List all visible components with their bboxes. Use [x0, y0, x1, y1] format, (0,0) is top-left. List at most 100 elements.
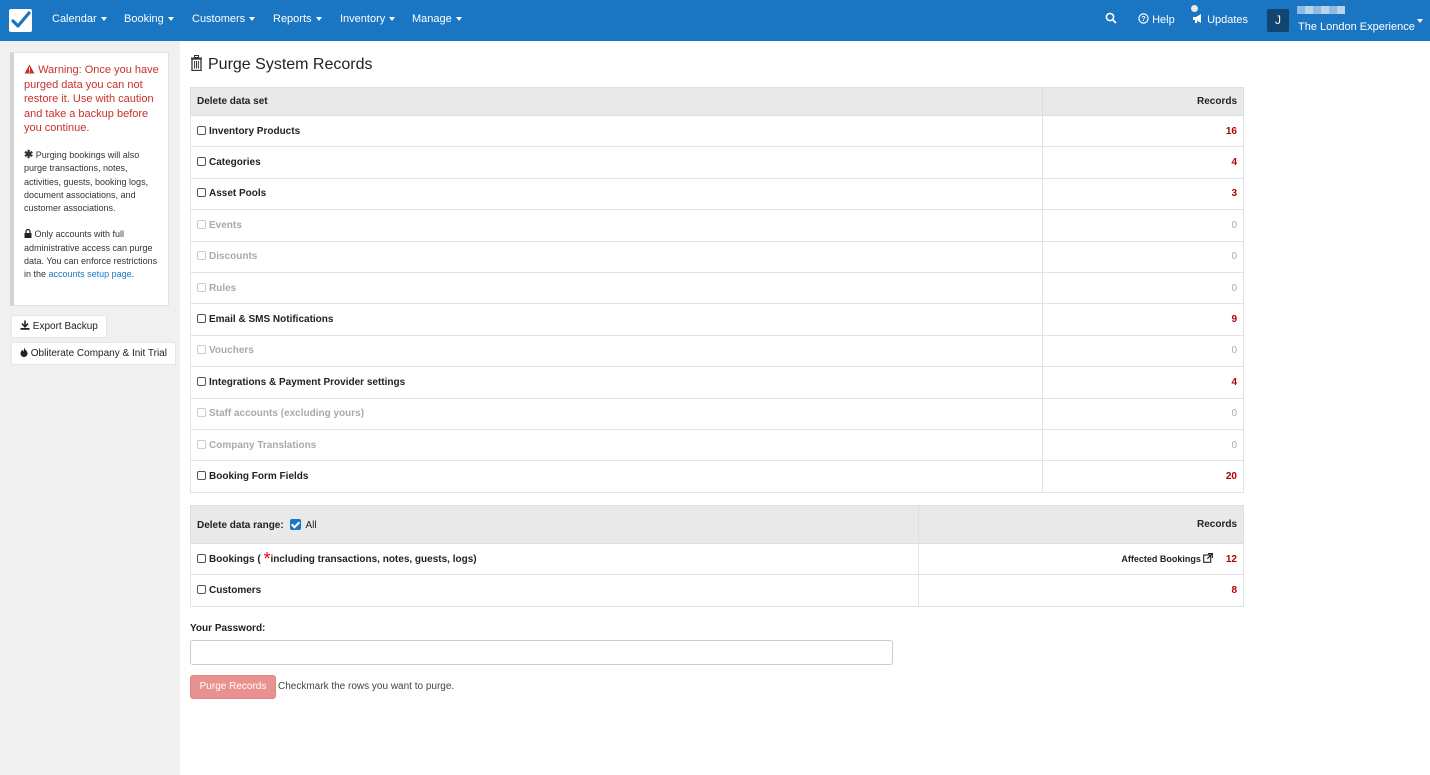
- table-row: Events 0: [190, 209, 1244, 242]
- row-record-count: 20: [1042, 460, 1244, 493]
- data-set-row-label: Rules: [190, 271, 1043, 305]
- accounts-setup-link[interactable]: accounts setup page: [49, 269, 132, 279]
- updates-label: Updates: [1207, 14, 1249, 26]
- chevron-down-icon: [455, 17, 462, 22]
- customers-count: 8: [918, 574, 1244, 607]
- nav-inventory[interactable]: Inventory: [340, 13, 396, 25]
- row-checkbox: [197, 219, 206, 229]
- data-set-row-label: Asset Pools: [190, 177, 1043, 211]
- obliterate-company-label: Obliterate Company & Init Trial: [30, 348, 167, 359]
- data-range-header-records: Records: [918, 505, 1244, 544]
- row-checkbox: [197, 345, 206, 355]
- nav-calendar[interactable]: Calendar: [52, 13, 107, 25]
- row-checkbox: [197, 439, 206, 449]
- password-input[interactable]: [190, 640, 893, 665]
- question-circle-icon: ?: [1138, 13, 1149, 24]
- chevron-down-icon: [249, 17, 256, 22]
- help-link[interactable]: ? Help: [1138, 13, 1175, 26]
- search-icon[interactable]: [1105, 12, 1117, 27]
- data-set-row-label: Categories: [190, 146, 1043, 179]
- row-record-count: 16: [1042, 114, 1244, 148]
- row-record-count: 0: [1042, 334, 1244, 368]
- warning-panel: Warning: Once you have purged data you c…: [10, 52, 169, 306]
- nav-reports[interactable]: Reports: [273, 13, 322, 25]
- warning-message: Warning: Once you have purged data you c…: [24, 63, 159, 136]
- table-row: Booking Form Fields 20: [190, 460, 1244, 493]
- row-checkbox[interactable]: [197, 125, 206, 135]
- obliterate-company-button[interactable]: Obliterate Company & Init Trial: [11, 342, 176, 365]
- fire-icon: [20, 347, 28, 357]
- download-icon: [20, 320, 30, 330]
- table-row: Staff accounts (excluding yours) 0: [190, 397, 1244, 430]
- bookings-row-label: Bookings ( *including transactions, note…: [190, 542, 919, 576]
- data-range-header-label: Delete data range:: [197, 519, 284, 531]
- row-record-count: 0: [1042, 397, 1244, 430]
- nav-booking[interactable]: Booking: [124, 13, 174, 25]
- row-checkbox[interactable]: [197, 188, 206, 198]
- data-set-row-label: Events: [190, 209, 1043, 242]
- bookings-label-end: including transactions, notes, guests, l…: [270, 553, 477, 565]
- row-label-text: Rules: [209, 282, 237, 294]
- row-checkbox[interactable]: [197, 376, 206, 386]
- bookings-count: 12: [1225, 554, 1237, 566]
- updates-link[interactable]: Updates: [1191, 5, 1249, 26]
- purge-records-button[interactable]: Purge Records: [190, 675, 276, 699]
- megaphone-icon: [1193, 14, 1201, 23]
- row-record-count: 4: [1042, 146, 1244, 179]
- row-label-text: Asset Pools: [209, 188, 267, 200]
- data-set-row-label: Vouchers: [190, 334, 1043, 368]
- chevron-down-icon: [100, 17, 107, 22]
- row-record-count: 0: [1042, 271, 1244, 305]
- row-label-text: Vouchers: [209, 345, 254, 357]
- top-navbar: Calendar Booking Customers Reports Inven…: [0, 0, 1430, 41]
- row-record-count: 0: [1042, 209, 1244, 242]
- row-checkbox: [197, 282, 206, 292]
- table-row: Rules 0: [190, 271, 1244, 305]
- nav-customers-label: Customers: [192, 13, 246, 25]
- row-checkbox[interactable]: [197, 314, 206, 324]
- data-set-header: Delete data set Records: [190, 87, 1244, 116]
- table-row: Discounts 0: [190, 240, 1244, 273]
- row-label-text: Events: [209, 219, 242, 231]
- customers-label: Customers: [209, 585, 262, 597]
- page-title: Purge System Records: [190, 55, 373, 74]
- customers-checkbox[interactable]: [197, 585, 206, 595]
- company-switcher[interactable]: The London Experience: [1298, 21, 1415, 33]
- row-record-count: 4: [1042, 366, 1244, 399]
- table-row: Company Translations 0: [190, 428, 1244, 462]
- table-row: Categories 4: [190, 146, 1244, 179]
- purge-hint: Checkmark the rows you want to purge.: [278, 681, 455, 692]
- table-row: Bookings ( *including transactions, note…: [190, 542, 1244, 576]
- export-backup-button[interactable]: Export Backup: [11, 315, 107, 338]
- data-set-row-label: Email & SMS Notifications: [190, 303, 1043, 336]
- row-label-text: Company Translations: [209, 439, 317, 451]
- row-checkbox: [197, 408, 206, 418]
- table-row: Integrations & Payment Provider settings…: [190, 366, 1244, 399]
- chevron-down-icon[interactable]: [1417, 19, 1423, 23]
- svg-text:?: ?: [1141, 16, 1145, 23]
- data-set-header-records: Records: [1042, 87, 1244, 116]
- table-row: Inventory Products 16: [190, 114, 1244, 148]
- data-set-row-label: Company Translations: [190, 428, 1043, 462]
- data-set-row-label: Inventory Products: [190, 114, 1043, 148]
- nav-customers[interactable]: Customers: [192, 13, 256, 25]
- checkfront-logo-icon[interactable]: [9, 9, 32, 32]
- all-checkbox[interactable]: [290, 518, 302, 530]
- export-backup-label: Export Backup: [32, 321, 98, 332]
- row-label-text: Inventory Products: [209, 125, 301, 137]
- password-label: Your Password:: [190, 623, 266, 634]
- bookings-checkbox[interactable]: [197, 553, 206, 563]
- row-checkbox[interactable]: [197, 157, 206, 167]
- row-label-text: Categories: [209, 157, 261, 169]
- chevron-down-icon: [315, 17, 322, 22]
- bookings-row-count-cell: Affected Bookings 12: [918, 542, 1244, 576]
- nav-manage[interactable]: Manage: [412, 13, 462, 25]
- row-checkbox[interactable]: [197, 470, 206, 480]
- data-set-row-label: Discounts: [190, 240, 1043, 273]
- table-row: Asset Pools 3: [190, 177, 1244, 211]
- row-label-text: Booking Form Fields: [209, 470, 309, 482]
- affected-bookings-link[interactable]: Affected Bookings: [1121, 553, 1216, 564]
- row-record-count: 0: [1042, 428, 1244, 462]
- all-checkbox-label: All: [305, 519, 317, 531]
- avatar[interactable]: J: [1267, 9, 1289, 32]
